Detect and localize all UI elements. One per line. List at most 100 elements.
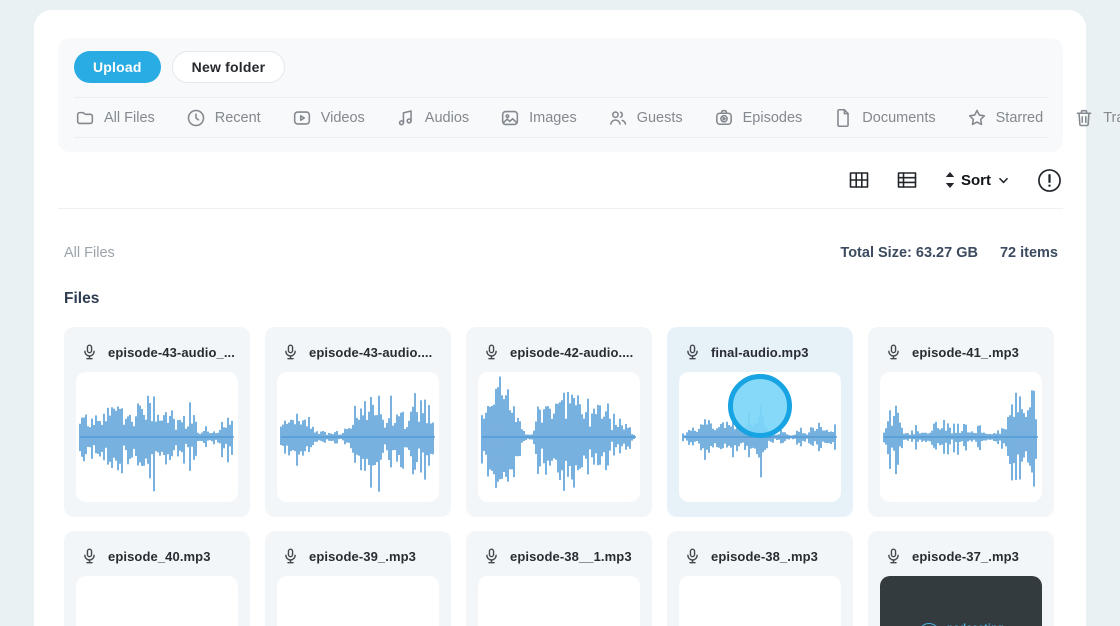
page-background: Upload New folder All Files Recent Videos A… <box>0 0 1120 626</box>
tab-label: Recent <box>214 109 261 126</box>
video-icon <box>291 107 313 129</box>
file-card-episode-42-audio[interactable]: episode-42-audio.... <box>466 327 652 517</box>
file-card-episode-43-audio[interactable]: episode-43-audio.... <box>265 327 451 517</box>
tab-label: Starred <box>995 109 1044 126</box>
alert-button[interactable] <box>1036 167 1063 194</box>
microphone-icon <box>884 343 903 362</box>
tab-images[interactable]: Images <box>499 107 577 129</box>
file-thumbnail <box>478 576 640 626</box>
file-header: final-audio.mp3 <box>679 339 841 372</box>
file-header: episode-41_.mp3 <box>880 339 1042 372</box>
filter-tabs: All Files Recent Videos Audios Images Guests E… <box>74 97 1120 138</box>
tab-audios[interactable]: Audios <box>395 107 469 129</box>
tab-recent[interactable]: Recent <box>185 107 261 129</box>
microphone-icon <box>281 343 300 362</box>
tab-label: All Files <box>104 109 155 126</box>
file-card-episode-43-audio[interactable]: episode-43-audio_... <box>64 327 250 517</box>
document-icon <box>832 107 854 129</box>
tab-videos[interactable]: Videos <box>291 107 365 129</box>
file-name: episode-38_.mp3 <box>711 549 818 564</box>
file-name: episode-41_.mp3 <box>912 345 1019 360</box>
tab-guests[interactable]: Guests <box>607 107 683 129</box>
section-title: Files <box>64 290 100 307</box>
music-note-icon <box>395 107 417 129</box>
sort-arrows-icon <box>943 172 957 188</box>
trash-icon <box>1073 107 1095 129</box>
file-thumbnail <box>679 372 841 502</box>
file-header: episode-43-audio.... <box>277 339 439 372</box>
file-header: episode-37_.mp3 <box>880 543 1042 576</box>
list-view-button[interactable] <box>895 168 919 192</box>
file-name: episode-37_.mp3 <box>912 549 1019 564</box>
tab-label: Trash <box>1103 109 1120 126</box>
file-header: episode-42-audio.... <box>478 339 640 372</box>
file-thumbnail: podcasting secrets <box>880 576 1042 626</box>
tab-trash[interactable]: Trash <box>1073 107 1120 129</box>
tab-label: Episodes <box>742 109 803 126</box>
file-card-episode-38-mp3[interactable]: episode-38_.mp3 <box>667 531 853 626</box>
storage-summary: Total Size: 63.27 GB 72 items <box>840 245 1058 261</box>
tab-documents[interactable]: Documents <box>832 107 936 129</box>
file-thumbnail <box>76 576 238 626</box>
file-name: final-audio.mp3 <box>711 345 809 360</box>
tab-label: Guests <box>636 109 683 126</box>
new-folder-button[interactable]: New folder <box>171 51 286 83</box>
tab-label: Images <box>529 109 577 126</box>
file-thumbnail <box>76 372 238 502</box>
file-header: episode-43-audio_... <box>76 339 238 372</box>
selection-circle-overlay <box>728 374 792 438</box>
main-panel: Upload New folder All Files Recent Videos A… <box>34 10 1120 626</box>
tab-label: Documents <box>862 109 936 126</box>
image-icon <box>499 107 521 129</box>
file-name: episode-38__1.mp3 <box>510 549 632 564</box>
microphone-icon <box>80 343 99 362</box>
file-card-final-audio-mp3[interactable]: final-audio.mp3 <box>667 327 853 517</box>
tab-label: Audios <box>424 109 470 126</box>
file-name: episode-39_.mp3 <box>309 549 416 564</box>
tab-all-files[interactable]: All Files <box>74 107 155 129</box>
file-thumbnail <box>478 372 640 502</box>
microphone-icon <box>281 547 300 566</box>
file-card-episode-41-mp3[interactable]: episode-41_.mp3 <box>868 327 1054 517</box>
upload-button[interactable]: Upload <box>74 51 161 83</box>
file-thumbnail <box>277 576 439 626</box>
tab-episodes[interactable]: Episodes <box>713 107 803 129</box>
star-icon <box>966 107 988 129</box>
total-size-label: Total Size: 63.27 GB <box>840 245 978 261</box>
action-buttons: Upload New folder <box>74 51 1047 83</box>
file-name: episode-42-audio.... <box>510 345 634 360</box>
microphone-icon <box>482 343 501 362</box>
microphone-icon <box>80 547 99 566</box>
clock-icon <box>185 107 207 129</box>
file-name: episode-43-audio.... <box>309 345 433 360</box>
tab-starred[interactable]: Starred <box>966 107 1044 129</box>
summary-row: All Files Total Size: 63.27 GB 72 items <box>64 245 1058 261</box>
microphone-icon <box>683 343 702 362</box>
sort-label: Sort <box>961 171 991 189</box>
toolbar-section: Upload New folder All Files Recent Videos A… <box>58 38 1120 152</box>
file-card-episode-40-mp3[interactable]: episode_40.mp3 <box>64 531 250 626</box>
sort-button[interactable]: Sort <box>943 172 1012 189</box>
microphone-icon <box>683 547 702 566</box>
file-name: episode-43-audio_... <box>108 345 235 360</box>
chevron-down-icon <box>995 172 1012 189</box>
folder-icon <box>74 107 96 129</box>
file-grid: episode-43-audio_... episode-43-audio...… <box>64 327 1054 626</box>
view-toolbar: Sort <box>58 152 1063 209</box>
file-card-episode-37-mp3[interactable]: episode-37_.mp3 podcasting secrets <box>868 531 1054 626</box>
items-count-label: 72 items <box>999 245 1058 261</box>
tab-label: Videos <box>320 109 365 126</box>
file-card-episode-38-1-mp3[interactable]: episode-38__1.mp3 <box>466 531 652 626</box>
file-header: episode-39_.mp3 <box>277 543 439 576</box>
camera-icon <box>713 107 735 129</box>
file-thumbnail <box>277 372 439 502</box>
file-thumbnail <box>679 576 841 626</box>
file-thumbnail <box>880 372 1042 502</box>
file-header: episode_40.mp3 <box>76 543 238 576</box>
grid-view-button[interactable] <box>847 168 871 192</box>
breadcrumb[interactable]: All Files <box>64 245 115 261</box>
file-header: episode-38__1.mp3 <box>478 543 640 576</box>
microphone-icon <box>482 547 501 566</box>
file-name: episode_40.mp3 <box>108 549 211 564</box>
file-card-episode-39-mp3[interactable]: episode-39_.mp3 <box>265 531 451 626</box>
